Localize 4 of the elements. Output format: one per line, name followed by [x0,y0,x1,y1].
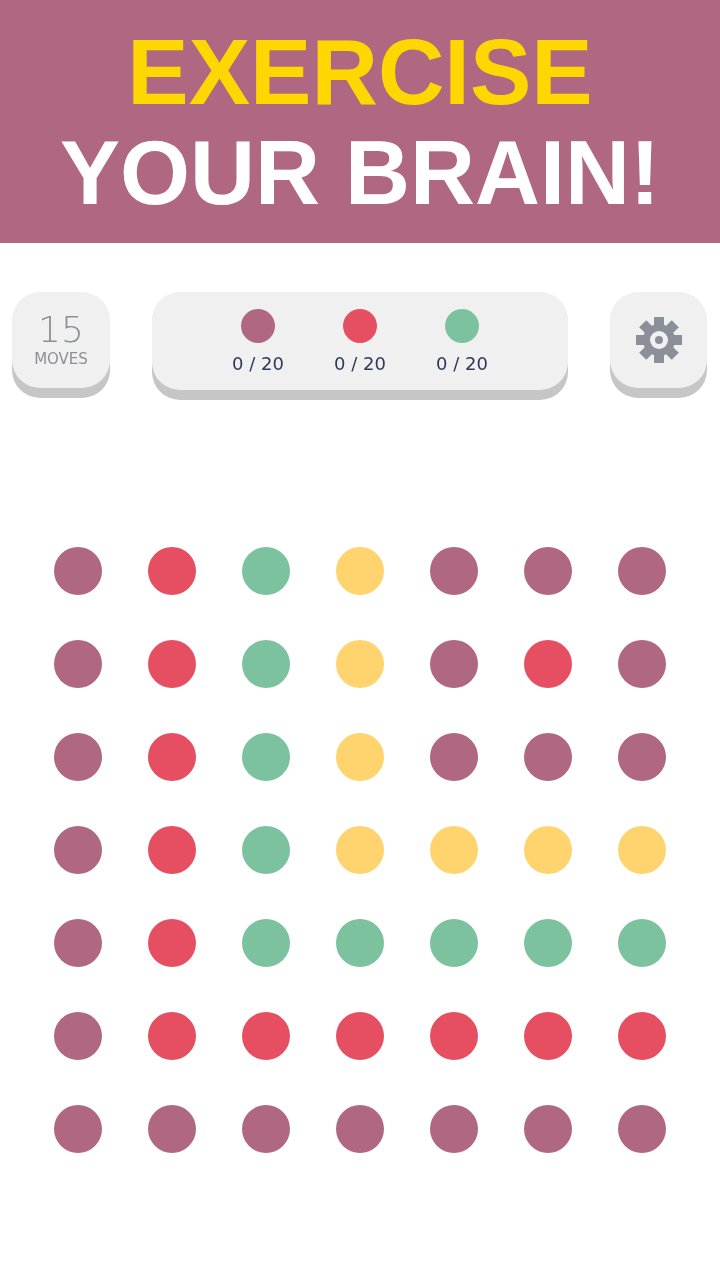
banner-subtitle: YOUR BRAIN! [60,127,660,218]
banner-title: EXERCISE [127,25,593,118]
moves-label: MOVES [34,350,88,368]
moves-count: 15 [38,312,84,348]
